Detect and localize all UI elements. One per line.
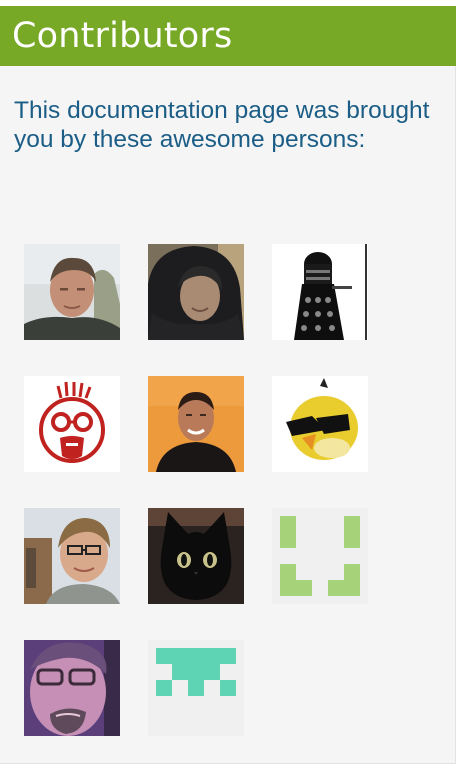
- contributor-avatar-5[interactable]: [148, 376, 244, 472]
- contributor-avatar-10[interactable]: [24, 640, 120, 736]
- hooded-person-avatar: [148, 244, 244, 340]
- contributor-avatar-7[interactable]: [24, 508, 120, 604]
- contributor-avatar-11[interactable]: [148, 640, 244, 736]
- contributors-title: Contributors: [12, 16, 233, 56]
- contributor-avatar-9[interactable]: [272, 508, 368, 604]
- black-cat-avatar: [148, 508, 244, 604]
- glasses-man-avatar: [24, 508, 120, 604]
- contributors-panel: Contributors This documentation page was…: [0, 6, 456, 764]
- intro-text: This documentation page was brought you …: [14, 97, 430, 153]
- teal-identicon-avatar: [148, 640, 244, 736]
- contributor-avatar-8[interactable]: [148, 508, 244, 604]
- contributor-avatar-2[interactable]: [148, 244, 244, 340]
- contributors-header: Contributors: [0, 6, 456, 66]
- contributor-avatar-1[interactable]: [24, 244, 120, 340]
- angry-bird-avatar: [272, 376, 368, 472]
- purple-face-avatar: [24, 640, 120, 736]
- contributor-avatar-4[interactable]: [24, 376, 120, 472]
- cartoon-face-avatar: [24, 376, 120, 472]
- green-identicon-avatar: [272, 508, 368, 604]
- dalek-avatar: [272, 244, 368, 340]
- man-photo-avatar: [24, 244, 120, 340]
- contributor-avatar-3[interactable]: [272, 244, 368, 340]
- contributor-avatar-6[interactable]: [272, 376, 368, 472]
- smiling-man-avatar: [148, 376, 244, 472]
